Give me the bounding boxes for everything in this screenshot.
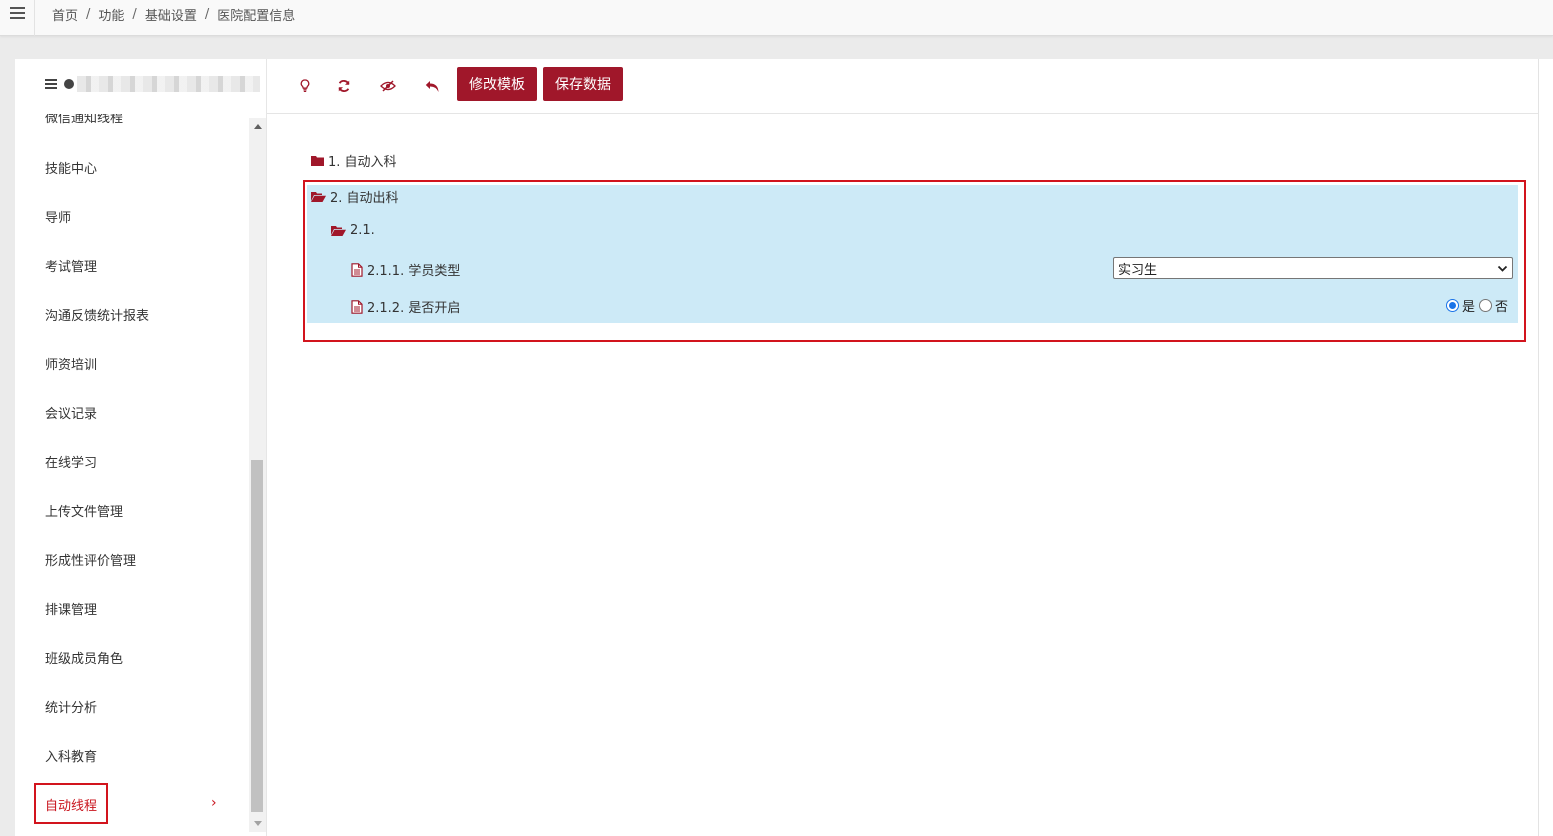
arrow-up-icon xyxy=(253,124,262,129)
breadcrumb-separator: / xyxy=(86,7,91,22)
scroll-up-button[interactable] xyxy=(249,118,266,135)
sidebar-item-feedback-report[interactable]: 沟通反馈统计报表 xyxy=(45,305,149,324)
menu-toggle-button[interactable] xyxy=(0,0,35,36)
sidebar-item-online-learning[interactable]: 在线学习 xyxy=(45,452,97,471)
lightbulb-icon xyxy=(300,79,310,92)
sidebar-item-wechat-notify[interactable]: 微信通知线程 xyxy=(45,114,123,126)
refresh-icon xyxy=(338,80,350,92)
undo-icon xyxy=(425,80,438,92)
redacted-hospital-name xyxy=(77,76,260,92)
sidebar-item-scheduling[interactable]: 排课管理 xyxy=(45,599,97,618)
active-item-highlight xyxy=(34,783,108,824)
breadcrumb-current: 医院配置信息 xyxy=(217,9,296,24)
right-edge-panel xyxy=(1538,59,1553,836)
sidebar-menu: 微信通知线程 技能中心 导师 考试管理 沟通反馈统计报表 师资培训 会议记录 在… xyxy=(15,114,249,836)
main-panel: 修改模板 保存数据 1. 自动入科 2. 自动出科 2.1. 2.1.1. 学员… xyxy=(266,59,1539,836)
sidebar-item-meeting-records[interactable]: 会议记录 xyxy=(45,403,97,422)
breadcrumb-function[interactable]: 功能 xyxy=(98,5,124,24)
scroll-down-button[interactable] xyxy=(249,815,266,832)
list-icon xyxy=(45,79,57,89)
tree-node-auto-admission[interactable]: 1. 自动入科 xyxy=(311,151,397,170)
toolbar: 修改模板 保存数据 xyxy=(267,59,1539,114)
hide-button[interactable] xyxy=(374,73,402,99)
sidebar-item-skill-center[interactable]: 技能中心 xyxy=(45,158,97,177)
top-bar: 首页 / 功能 / 基础设置 / 医院配置信息 xyxy=(0,0,1553,36)
hamburger-icon xyxy=(9,7,25,19)
sidebar-item-formative-eval[interactable]: 形成性评价管理 xyxy=(45,550,136,569)
breadcrumb-home[interactable]: 首页 xyxy=(52,5,78,24)
sidebar-item-file-upload[interactable]: 上传文件管理 xyxy=(45,501,123,520)
sidebar-header xyxy=(15,59,266,114)
tree-node-label: 1. 自动入科 xyxy=(328,155,397,170)
breadcrumb-basic-settings[interactable]: 基础设置 xyxy=(145,5,197,24)
status-dot-icon xyxy=(64,79,74,89)
highlight-frame xyxy=(303,180,1526,342)
edit-template-button[interactable]: 修改模板 xyxy=(457,67,537,101)
chevron-right-icon: › xyxy=(211,795,217,811)
sidebar-item-statistics[interactable]: 统计分析 xyxy=(45,697,97,716)
sidebar-item-tutor[interactable]: 导师 xyxy=(45,207,71,226)
scroll-thumb[interactable] xyxy=(251,460,263,812)
folder-icon xyxy=(311,156,324,166)
breadcrumb-separator: / xyxy=(132,7,137,22)
lightbulb-button[interactable] xyxy=(291,73,319,99)
sidebar-item-exam-management[interactable]: 考试管理 xyxy=(45,256,97,275)
sidebar-scrollbar[interactable] xyxy=(249,118,266,832)
sidebar-item-class-roles[interactable]: 班级成员角色 xyxy=(45,648,123,667)
breadcrumb-separator: / xyxy=(204,7,210,22)
sidebar: 微信通知线程 技能中心 导师 考试管理 沟通反馈统计报表 师资培训 会议记录 在… xyxy=(15,59,266,836)
refresh-button[interactable] xyxy=(330,73,358,99)
save-data-button[interactable]: 保存数据 xyxy=(543,67,623,101)
sidebar-item-teacher-training[interactable]: 师资培训 xyxy=(45,354,97,373)
sidebar-item-orientation[interactable]: 入科教育 xyxy=(45,746,97,765)
eye-slash-icon xyxy=(380,80,396,92)
arrow-down-icon xyxy=(253,821,262,826)
breadcrumb: 首页 / 功能 / 基础设置 / 医院配置信息 xyxy=(52,5,295,24)
undo-button[interactable] xyxy=(418,73,446,99)
